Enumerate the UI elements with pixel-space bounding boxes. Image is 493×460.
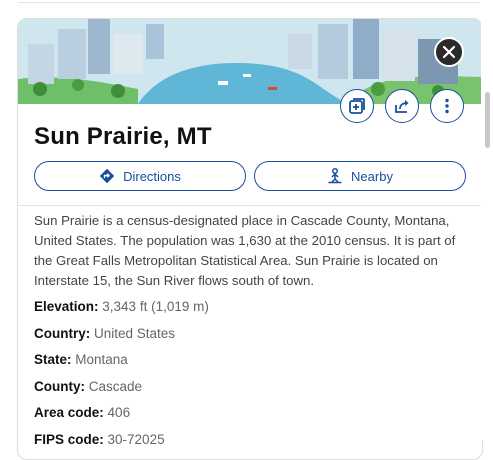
fact-row: State: Montana (34, 352, 470, 379)
nearby-person-icon (328, 168, 342, 184)
share-icon (395, 100, 409, 113)
nearby-label: Nearby (351, 168, 393, 184)
hero-image (18, 19, 482, 104)
fact-value: Cascade (88, 378, 143, 394)
fact-row: County: Cascade (34, 379, 470, 406)
more-vertical-icon (445, 98, 449, 114)
fact-value: United States (94, 325, 176, 341)
directions-diamond-icon (99, 168, 115, 184)
close-icon (442, 45, 456, 59)
add-to-collection-icon (349, 98, 365, 114)
section-divider (18, 205, 482, 206)
fact-row: Area code: 406 (34, 405, 470, 432)
fact-value: 3,343 ft (1,019 m) (102, 299, 209, 314)
fact-value: 30-72025 (107, 431, 165, 447)
nearby-button[interactable]: Nearby (254, 161, 466, 191)
fact-row: FIPS code: 30-72025 (34, 432, 470, 459)
fact-value: 406 (107, 405, 131, 420)
add-to-collection-button[interactable] (340, 89, 374, 123)
share-button[interactable] (385, 89, 419, 123)
fact-label: Country: (34, 325, 91, 341)
scrollbar-thumb[interactable] (485, 92, 490, 148)
fact-label: State: (34, 352, 72, 367)
directions-label: Directions (123, 168, 181, 184)
fact-row: Country: United States (34, 326, 470, 353)
fact-value: Montana (75, 352, 128, 367)
close-button[interactable] (434, 37, 464, 67)
fact-label: Elevation: (34, 299, 99, 314)
place-title: Sun Prairie, MT (34, 123, 212, 150)
place-card: Sun Prairie, MT Directions Nearby Sun Pr… (17, 18, 483, 460)
directions-button[interactable]: Directions (34, 161, 246, 191)
fact-label: County: (34, 378, 85, 394)
fact-label: FIPS code: (34, 431, 104, 447)
fact-row: Elevation: 3,343 ft (1,019 m) (34, 299, 470, 326)
more-options-button[interactable] (430, 89, 464, 123)
top-divider (18, 2, 480, 3)
fact-label: Area code: (34, 405, 104, 420)
scrollbar[interactable] (481, 0, 493, 440)
facts-list: Elevation: 3,343 ft (1,019 m) Country: U… (34, 299, 470, 458)
place-description: Sun Prairie is a census-designated place… (34, 213, 456, 288)
